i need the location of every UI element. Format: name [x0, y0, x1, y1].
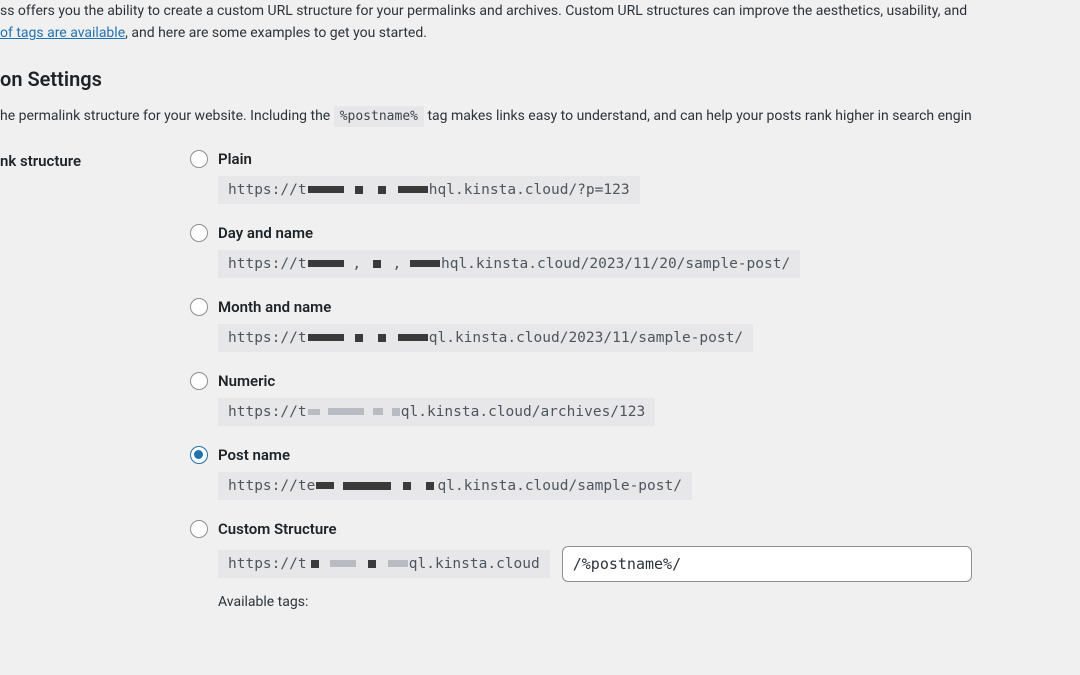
label-month-name: Month and name — [218, 298, 331, 316]
custom-structure-input[interactable] — [562, 546, 972, 582]
example-day-name: https://t , , hql.kinsta.cloud/2023/11/2… — [218, 250, 800, 278]
option-numeric-head[interactable]: Numeric — [190, 372, 1080, 390]
radio-numeric[interactable] — [190, 372, 208, 390]
option-month-name: Month and name https://t ql.kinsta.cloud… — [190, 298, 1080, 352]
section-heading: on Settings — [0, 67, 1080, 91]
radio-custom[interactable] — [190, 520, 208, 538]
intro-text-after: , and here are some examples to get you … — [125, 25, 427, 41]
intro-paragraph: ss offers you the ability to create a cu… — [0, 0, 1080, 45]
desc-before: he permalink structure for your website.… — [0, 108, 334, 124]
example-post-name: https://te ql.kinsta.cloud/sample-post/ — [218, 472, 692, 500]
available-tags-label: Available tags: — [218, 594, 1080, 610]
option-post-name: Post name https://te ql.kinsta.cloud/sam… — [190, 446, 1080, 500]
permalink-options: Plain https://t hql.kinsta.cloud/?p=123 … — [190, 150, 1080, 620]
redacted-domain — [308, 182, 428, 198]
option-custom: Custom Structure https://t ql.kinsta.clo… — [190, 520, 1080, 610]
option-numeric: Numeric https://t ql.kinsta.cloud/archiv… — [190, 372, 1080, 426]
row-label: nk structure — [0, 150, 190, 170]
permalink-structure-row: nk structure Plain https://t hql.kinsta.… — [0, 150, 1080, 620]
redacted-domain — [308, 556, 408, 572]
option-month-name-head[interactable]: Month and name — [190, 298, 1080, 316]
option-plain: Plain https://t hql.kinsta.cloud/?p=123 — [190, 150, 1080, 204]
section-description: he permalink structure for your website.… — [0, 105, 1080, 128]
option-plain-head[interactable]: Plain — [190, 150, 1080, 168]
radio-day-name[interactable] — [190, 224, 208, 242]
option-day-name: Day and name https://t , , hql.kinsta.cl… — [190, 224, 1080, 278]
label-plain: Plain — [218, 150, 252, 168]
radio-month-name[interactable] — [190, 298, 208, 316]
label-numeric: Numeric — [218, 372, 275, 390]
tags-available-link[interactable]: of tags are available — [0, 25, 125, 41]
redacted-domain: , , — [308, 256, 440, 272]
label-custom: Custom Structure — [218, 520, 337, 538]
postname-tag-code: %postname% — [334, 106, 424, 127]
example-plain: https://t hql.kinsta.cloud/?p=123 — [218, 176, 640, 204]
label-day-name: Day and name — [218, 224, 313, 242]
example-month-name: https://t ql.kinsta.cloud/2023/11/sample… — [218, 324, 753, 352]
intro-text-before: ss offers you the ability to create a cu… — [0, 3, 967, 19]
option-day-name-head[interactable]: Day and name — [190, 224, 1080, 242]
radio-plain[interactable] — [190, 150, 208, 168]
radio-post-name[interactable] — [190, 446, 208, 464]
redacted-domain — [316, 478, 436, 494]
option-custom-head[interactable]: Custom Structure — [190, 520, 1080, 538]
redacted-domain — [308, 404, 400, 420]
label-post-name: Post name — [218, 446, 290, 464]
option-post-name-head[interactable]: Post name — [190, 446, 1080, 464]
desc-after: tag makes links easy to understand, and … — [427, 108, 971, 124]
example-numeric: https://t ql.kinsta.cloud/archives/123 — [218, 398, 655, 426]
example-custom-base: https://t ql.kinsta.cloud — [218, 550, 550, 578]
redacted-domain — [308, 330, 428, 346]
